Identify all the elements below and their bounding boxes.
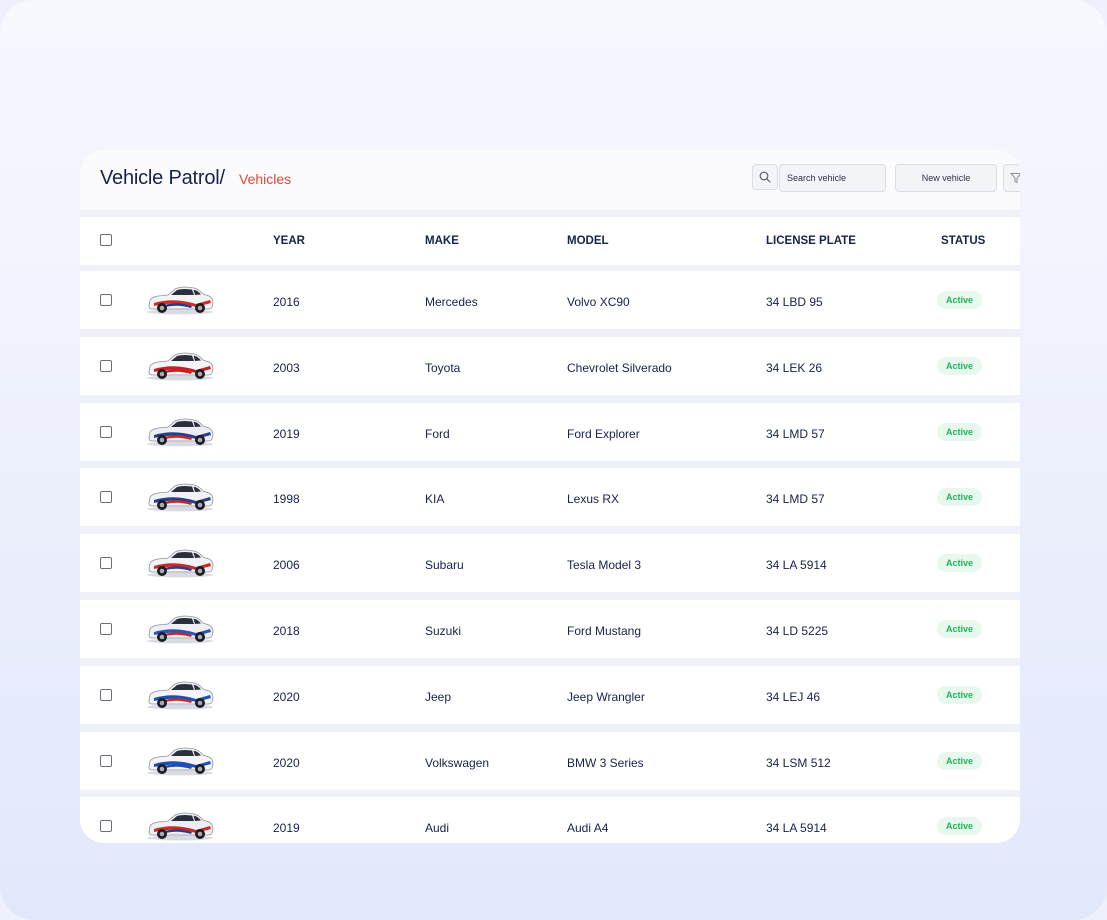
- column-year[interactable]: YEAR: [273, 235, 305, 247]
- cell-make: Mercedes: [425, 295, 478, 309]
- row-checkbox[interactable]: [100, 754, 112, 767]
- table-header-row: YEAR MAKE MODEL LICENSE PLATE STATUS: [80, 217, 1020, 265]
- row-checkbox[interactable]: [100, 294, 112, 306]
- vehicle-photo: [147, 812, 214, 841]
- row-checkbox[interactable]: [100, 688, 112, 701]
- status-badge: Active: [937, 422, 983, 441]
- table-row-3[interactable]: 2019 Ford Ford Explorer 34 LMD 57 Active: [80, 402, 1020, 461]
- status-badge: Active: [937, 291, 983, 309]
- column-make[interactable]: MAKE: [425, 235, 459, 247]
- cell-license-plate: 34 LEJ 46: [766, 689, 821, 704]
- table-row-9[interactable]: 2019 Audi Audi A4 34 LA 5914 Active: [80, 797, 1020, 843]
- vehicle-photo: [147, 615, 214, 644]
- select-all-checkbox[interactable]: [100, 234, 112, 246]
- table-row-8[interactable]: 2020 Volkswagen BMW 3 Series 34 LSM 512 …: [80, 731, 1020, 790]
- status-badge: Active: [937, 685, 983, 704]
- cell-model: Ford Mustang: [567, 624, 642, 638]
- table-row-4[interactable]: 1998 KIA Lexus RX 34 LMD 57 Active: [80, 468, 1020, 527]
- table-row-1[interactable]: 2016 Mercedes Volvo XC90 34 LBD 95 Activ…: [80, 271, 1020, 329]
- column-status[interactable]: STATUS: [941, 235, 985, 247]
- cell-year: 2020: [273, 755, 300, 770]
- vehicle-photo: [147, 483, 214, 512]
- cell-year: 2016: [273, 295, 300, 309]
- cell-license-plate: 34 LA 5914: [766, 558, 827, 573]
- cell-make: Audi: [425, 821, 450, 836]
- status-badge: Active: [937, 554, 983, 573]
- cell-make: Volkswagen: [425, 755, 490, 770]
- cell-model: BMW 3 Series: [567, 755, 644, 770]
- page-title: Vehicle Patrol/: [100, 167, 225, 189]
- cell-make: Jeep: [425, 689, 452, 704]
- cell-model: Ford Explorer: [567, 426, 640, 441]
- cell-model: Jeep Wrangler: [567, 689, 645, 704]
- vehicle-photo: [147, 286, 214, 315]
- status-badge: Active: [937, 817, 983, 836]
- cell-model: Audi A4: [567, 821, 609, 836]
- cell-license-plate: 34 LA 5914: [766, 821, 827, 836]
- cell-make: Suzuki: [425, 624, 462, 638]
- filter-icon: [1010, 173, 1020, 184]
- vehicle-photo: [147, 681, 214, 710]
- column-license-plate[interactable]: LICENSE PLATE: [766, 235, 856, 247]
- status-badge: Active: [937, 751, 983, 770]
- cell-license-plate: 34 LSM 512: [766, 755, 831, 770]
- vehicle-photo: [147, 747, 214, 775]
- cell-license-plate: 34 LEK 26: [766, 360, 823, 375]
- cell-year: 2018: [273, 624, 300, 638]
- search-icon: [759, 171, 771, 183]
- table-row-5[interactable]: 2006 Subaru Tesla Model 3 34 LA 5914 Act…: [80, 534, 1020, 593]
- table-row-6[interactable]: 2018 Suzuki Ford Mustang 34 LD 5225 Acti…: [80, 600, 1020, 658]
- new-vehicle-button[interactable]: New vehicle: [895, 164, 997, 192]
- vehicle-photo: [147, 418, 214, 446]
- status-badge: Active: [937, 356, 983, 375]
- cell-model: Lexus RX: [567, 492, 620, 507]
- cell-make: KIA: [425, 492, 445, 507]
- cell-license-plate: 34 LMD 57: [766, 426, 825, 441]
- cell-license-plate: 34 LD 5225: [766, 624, 829, 638]
- vehicle-photo: [147, 549, 214, 578]
- vehicle-photo: [147, 352, 214, 381]
- row-checkbox[interactable]: [100, 820, 112, 833]
- cell-year: 1998: [273, 492, 300, 507]
- cell-make: Toyota: [425, 360, 461, 375]
- cell-license-plate: 34 LBD 95: [766, 295, 823, 309]
- cell-model: Volvo XC90: [567, 295, 630, 309]
- filter-button[interactable]: [1003, 164, 1020, 192]
- row-checkbox[interactable]: [100, 557, 112, 570]
- row-checkbox[interactable]: [100, 359, 112, 372]
- cell-year: 2019: [273, 821, 300, 836]
- row-checkbox[interactable]: [100, 491, 112, 504]
- vehicles-panel: Vehicle Patrol/ Vehicles New vehicle YEA…: [80, 150, 1020, 843]
- cell-year: 2003: [273, 360, 300, 375]
- row-checkbox[interactable]: [100, 623, 112, 635]
- breadcrumb-vehicles[interactable]: Vehicles: [239, 171, 291, 187]
- cell-make: Ford: [425, 426, 450, 441]
- cell-license-plate: 34 LMD 57: [766, 492, 825, 507]
- cell-model: Tesla Model 3: [567, 558, 642, 573]
- cell-year: 2006: [273, 558, 300, 573]
- column-model[interactable]: MODEL: [567, 235, 609, 247]
- cell-year: 2019: [273, 426, 300, 441]
- app-frame: Vehicle Patrol/ Vehicles New vehicle YEA…: [0, 0, 1107, 920]
- cell-year: 2020: [273, 689, 300, 704]
- page-header: Vehicle Patrol/ Vehicles New vehicle: [80, 150, 1020, 210]
- table-row-2[interactable]: 2003 Toyota Chevrolet Silverado 34 LEK 2…: [80, 336, 1020, 395]
- status-badge: Active: [937, 488, 983, 507]
- cell-model: Chevrolet Silverado: [567, 360, 672, 375]
- search-vehicle-input[interactable]: [779, 164, 886, 192]
- search-button[interactable]: [752, 164, 778, 190]
- status-badge: Active: [937, 620, 983, 638]
- row-checkbox[interactable]: [100, 425, 112, 438]
- cell-make: Subaru: [425, 558, 464, 573]
- table-row-7[interactable]: 2020 Jeep Jeep Wrangler 34 LEJ 46 Active: [80, 665, 1020, 724]
